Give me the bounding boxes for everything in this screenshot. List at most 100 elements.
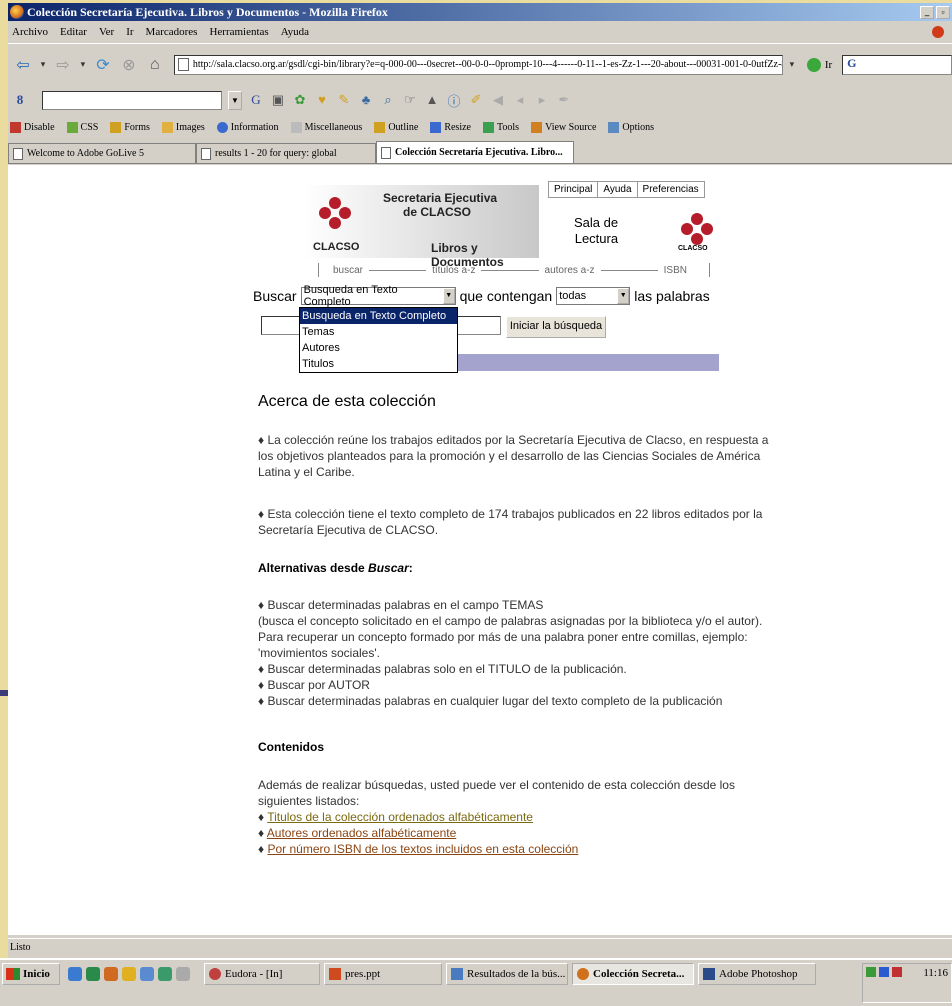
menu-ver[interactable]: Ver (99, 26, 114, 38)
link-principal[interactable]: Principal (549, 182, 599, 197)
back-dropdown-icon[interactable]: ▾ (38, 54, 48, 76)
subnav-buscar[interactable]: buscar (333, 265, 363, 276)
menu-ir[interactable]: Ir (126, 26, 133, 38)
search-engine-box[interactable]: G (842, 54, 952, 75)
tool-icon[interactable] (158, 967, 172, 981)
tab-golive[interactable]: Welcome to Adobe GoLive 5 (8, 143, 196, 163)
start-button[interactable]: Inicio (2, 963, 60, 985)
maximize-button[interactable]: ▫ (936, 5, 950, 19)
hat-icon[interactable]: ▲ (424, 92, 440, 108)
info-icon[interactable]: ⓘ (446, 92, 462, 109)
url-bar[interactable]: http://sala.clacso.org.ar/gsdl/cgi-bin/l… (173, 54, 783, 75)
start-search-button[interactable]: Iniciar la búsqueda (506, 316, 606, 338)
wd-images[interactable]: Images (161, 121, 205, 133)
wd-view-source[interactable]: View Source (531, 121, 596, 133)
menu-marcadores[interactable]: Marcadores (146, 26, 198, 38)
wd-disable[interactable]: Disable (10, 121, 55, 133)
subnav-autores[interactable]: autores a-z (545, 265, 595, 276)
go-label[interactable]: Ir (825, 59, 832, 71)
ie-icon[interactable] (68, 967, 82, 981)
subnav-isbn[interactable]: ISBN (664, 265, 687, 276)
wd-miscellaneous[interactable]: Miscellaneous (290, 121, 362, 133)
menu-ayuda[interactable]: Ayuda (281, 26, 309, 38)
tray-icon-3[interactable] (892, 967, 902, 977)
wd-options[interactable]: Options (608, 121, 654, 133)
back-icon[interactable]: ⇦ (12, 54, 34, 76)
task-photoshop[interactable]: Adobe Photoshop (698, 963, 816, 985)
clacso-small-label: CLACSO (678, 245, 708, 252)
alternatives-title: Alternativas desde Buscar: (258, 561, 413, 575)
task-pres-ppt[interactable]: pres.ppt (324, 963, 442, 985)
menu-editar[interactable]: Editar (60, 26, 87, 38)
pen-icon[interactable]: ✒ (556, 92, 572, 108)
google-toolbar: 8 ▼ G ▣ ✿ ♥ ✎ ♣ ⌕ ☞ ▲ ⓘ ✐ ◀ ◂ ▸ ✒ (8, 88, 952, 112)
option-titulos[interactable]: Titulos (300, 356, 457, 372)
search-mode-select[interactable]: todas ▼ (556, 287, 631, 305)
menu-archivo[interactable]: Archivo (12, 26, 48, 38)
minimize-button[interactable]: _ (920, 5, 934, 19)
home-icon[interactable]: ⌂ (144, 54, 166, 76)
tab-coleccion[interactable]: Colección Secretaría Ejecutiva. Libro... (376, 141, 574, 163)
app-icon[interactable] (140, 967, 154, 981)
pointer-icon[interactable]: ☞ (402, 92, 418, 108)
link-autores[interactable]: Autores ordenados alfabéticamente (267, 826, 456, 840)
firefox-quick-icon[interactable] (104, 967, 118, 981)
alt-line: (busca el concepto solicitado en el camp… (258, 614, 763, 628)
option-autores[interactable]: Autores (300, 340, 457, 356)
tab-results[interactable]: results 1 - 20 for query: global (196, 143, 376, 163)
wd-information[interactable]: Information (216, 121, 279, 133)
google-search-input[interactable] (42, 90, 222, 110)
menu-herramientas[interactable]: Herramientas (209, 26, 268, 38)
pagerank-icon[interactable]: ✿ (292, 92, 308, 108)
firefox-icon (10, 5, 24, 19)
task-resultados[interactable]: Resultados de la bús... (446, 963, 568, 985)
google-search-icon[interactable]: G (248, 92, 264, 108)
wd-resize[interactable]: Resize (430, 121, 471, 133)
logo-org: CLACSO (313, 241, 360, 253)
task-coleccion[interactable]: Colección Secreta... (572, 963, 694, 985)
option-texto-completo[interactable]: Busqueda en Texto Completo (300, 308, 457, 324)
go-icon[interactable] (806, 57, 821, 72)
wd-css[interactable]: CSS (66, 121, 98, 133)
reload-icon[interactable]: ⟳ (92, 54, 114, 76)
link-isbn[interactable]: Por número ISBN de los textos incluidos … (267, 842, 578, 856)
highlight-icon[interactable]: ✎ (336, 92, 352, 108)
subnav-titulos[interactable]: títulos a-z (432, 265, 475, 276)
tray-icon-2[interactable] (879, 967, 889, 977)
search-field-select[interactable]: Busqueda en Texto Completo ▼ (300, 284, 456, 308)
forward-icon[interactable]: ⇨ (52, 54, 74, 76)
chevron-down-icon[interactable]: ▼ (617, 288, 630, 304)
back-arrow-icon[interactable]: ◂ (512, 92, 528, 108)
wd-outline[interactable]: Outline (374, 121, 418, 133)
google-logo-icon[interactable]: 8 (12, 92, 28, 108)
information-icon (216, 121, 228, 133)
wd-tools[interactable]: Tools (482, 121, 519, 133)
tray-icon-1[interactable] (866, 967, 876, 977)
link-ayuda[interactable]: Ayuda (598, 182, 638, 197)
link-preferencias[interactable]: Preferencias (638, 182, 704, 197)
people-icon[interactable]: ♣ (358, 92, 374, 108)
chevron-down-icon[interactable]: ▼ (442, 288, 455, 304)
next-arrow-icon[interactable]: ▸ (534, 92, 550, 108)
prev-icon[interactable]: ◀ (490, 92, 506, 108)
misc-icon[interactable] (176, 967, 190, 981)
wd-forms[interactable]: Forms (110, 121, 150, 133)
window-title-bar[interactable]: Colección Secretaría Ejecutiva. Libros y… (8, 3, 952, 21)
desktop-icon[interactable] (86, 967, 100, 981)
tab-page-icon (13, 147, 23, 160)
popup-blocker-icon[interactable]: ♥ (314, 92, 330, 108)
clock: 11:16 (923, 967, 948, 979)
url-dropdown-icon[interactable]: ▾ (787, 54, 797, 76)
link-titulos[interactable]: Titulos de la colección ordenados alfabé… (267, 810, 533, 824)
images-icon (161, 121, 173, 133)
autofill-icon[interactable]: ✐ (468, 92, 484, 108)
stop-icon[interactable]: ⊗ (118, 54, 140, 76)
forward-dropdown-icon[interactable]: ▾ (78, 54, 88, 76)
task-eudora[interactable]: Eudora - [In] (204, 963, 320, 985)
google-dropdown-icon[interactable]: ▼ (228, 90, 242, 110)
search-field-dropdown: Busqueda en Texto Completo Temas Autores… (299, 307, 458, 373)
mail-icon[interactable] (122, 967, 136, 981)
find-icon[interactable]: ⌕ (380, 92, 396, 108)
page-info-icon[interactable]: ▣ (270, 92, 286, 108)
option-temas[interactable]: Temas (300, 324, 457, 340)
